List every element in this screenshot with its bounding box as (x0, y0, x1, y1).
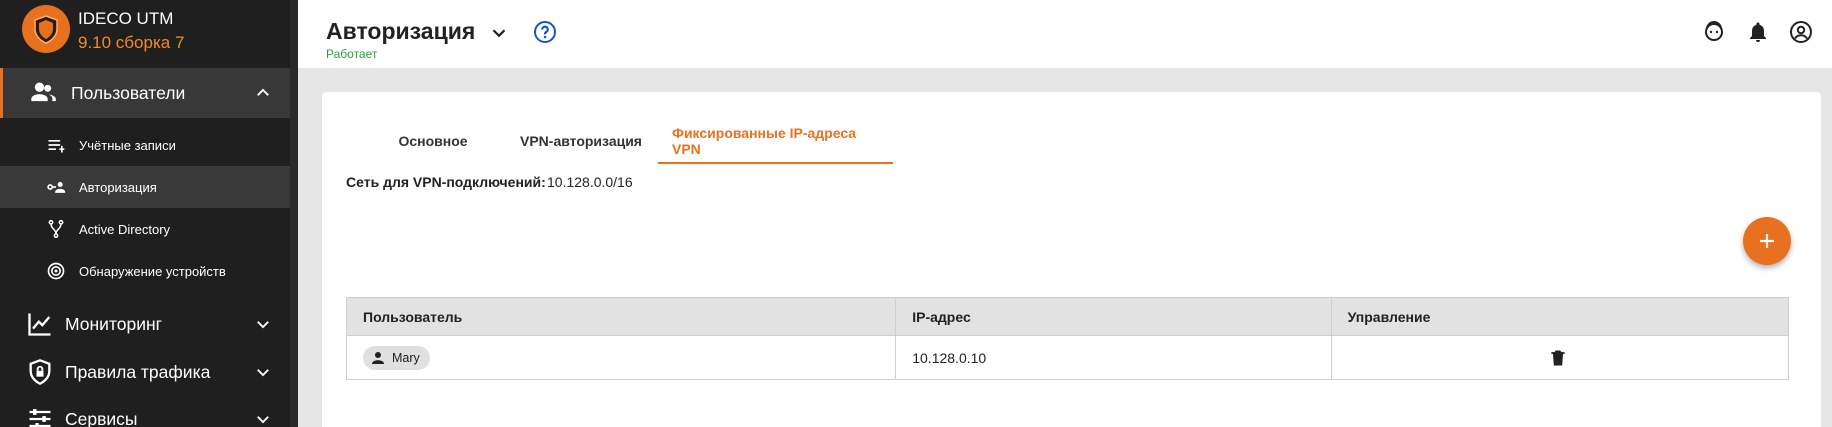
sidebar-item-label: Active Directory (79, 221, 171, 237)
cell-actions (1332, 336, 1788, 379)
brand-version: 9.10 сборка 7 (78, 33, 185, 52)
chevron-up-icon (257, 88, 269, 96)
chevron-down-icon (257, 416, 269, 424)
sidebar-item-services[interactable]: Сервисы (0, 394, 290, 427)
sidebar-scrollbar[interactable] (290, 0, 298, 427)
sidebar-item-accounts[interactable]: Учётные записи (0, 124, 290, 166)
chevron-down-icon[interactable] (488, 22, 510, 44)
chart-icon (28, 313, 51, 336)
table-header: Пользователь IP-адрес Управление (347, 298, 1788, 335)
help-icon[interactable] (533, 20, 557, 44)
column-header-actions: Управление (1347, 308, 1431, 325)
sidebar-item-label: Обнаружение устройств (79, 263, 226, 279)
brand: IDECO UTM 9.10 сборка 7 (0, 0, 298, 68)
cell-user: Mary (347, 336, 897, 379)
tab-fixed-vpn-ip[interactable]: Фиксированные IP-адреса VPN (658, 118, 893, 164)
sidebar-item-monitoring[interactable]: Мониторинг (0, 299, 290, 349)
account-icon[interactable] (1789, 20, 1813, 44)
user-key-icon (47, 182, 66, 193)
status-text: Работает (326, 47, 378, 61)
sidebar-item-label: Учётные записи (79, 137, 176, 153)
sidebar: IDECO UTM 9.10 сборка 7 Пользователи Учё… (0, 0, 298, 427)
sidebar-item-label: Мониторинг (65, 313, 163, 334)
column-header-user[interactable]: Пользователь (347, 298, 897, 335)
sidebar-item-auth[interactable]: Авторизация (0, 166, 290, 208)
chevron-down-icon (257, 321, 269, 329)
content-card: Основное VPN-авторизация Фиксированные I… (322, 92, 1821, 427)
add-button[interactable] (1743, 217, 1791, 265)
sliders-icon (29, 409, 51, 427)
cell-ip: 10.128.0.10 (896, 336, 1332, 379)
user-chip[interactable]: Mary (363, 345, 430, 370)
sidebar-item-label: Сервисы (65, 408, 138, 427)
sidebar-item-label: Пользователи (71, 82, 186, 103)
tab-vpn-auth[interactable]: VPN-авторизация (504, 118, 658, 164)
person-icon (372, 351, 384, 364)
bell-icon[interactable] (1746, 20, 1770, 44)
list-icon (48, 140, 65, 153)
chevron-down-icon (257, 369, 269, 377)
plus-icon (1760, 234, 1774, 248)
sidebar-item-traffic-rules[interactable]: Правила трафика (0, 347, 290, 397)
delete-icon[interactable] (1548, 348, 1568, 368)
radar-icon (47, 262, 65, 280)
logo-shield-icon (22, 5, 70, 53)
users-icon (31, 82, 56, 102)
sidebar-item-users[interactable]: Пользователи (0, 68, 290, 118)
vpn-network-label: Сеть для VPN-подключений: (346, 174, 546, 190)
shield-lock-icon (29, 359, 51, 385)
tab-main[interactable]: Основное (362, 118, 504, 164)
vpn-network-value: 10.128.0.0/16 (547, 174, 633, 190)
user-name: Mary (392, 350, 420, 365)
sidebar-item-active-directory[interactable]: Active Directory (0, 208, 290, 250)
fixed-ip-table: Пользователь IP-адрес Управление Mary 10… (346, 297, 1789, 380)
table-row[interactable]: Mary 10.128.0.10 (347, 335, 1788, 379)
column-header-ip[interactable]: IP-адрес (896, 298, 1332, 335)
sidebar-item-label: Авторизация (79, 179, 157, 195)
sidebar-item-label: Правила трафика (65, 361, 211, 382)
page-title: Авторизация (326, 18, 476, 44)
sidebar-item-device-discovery[interactable]: Обнаружение устройств (0, 250, 290, 292)
header: Авторизация Работает (298, 0, 1832, 68)
tab-bar: Основное VPN-авторизация Фиксированные I… (362, 118, 893, 164)
fork-icon (48, 219, 64, 239)
brand-title: IDECO UTM (78, 9, 174, 28)
support-agent-icon[interactable] (1702, 20, 1726, 44)
